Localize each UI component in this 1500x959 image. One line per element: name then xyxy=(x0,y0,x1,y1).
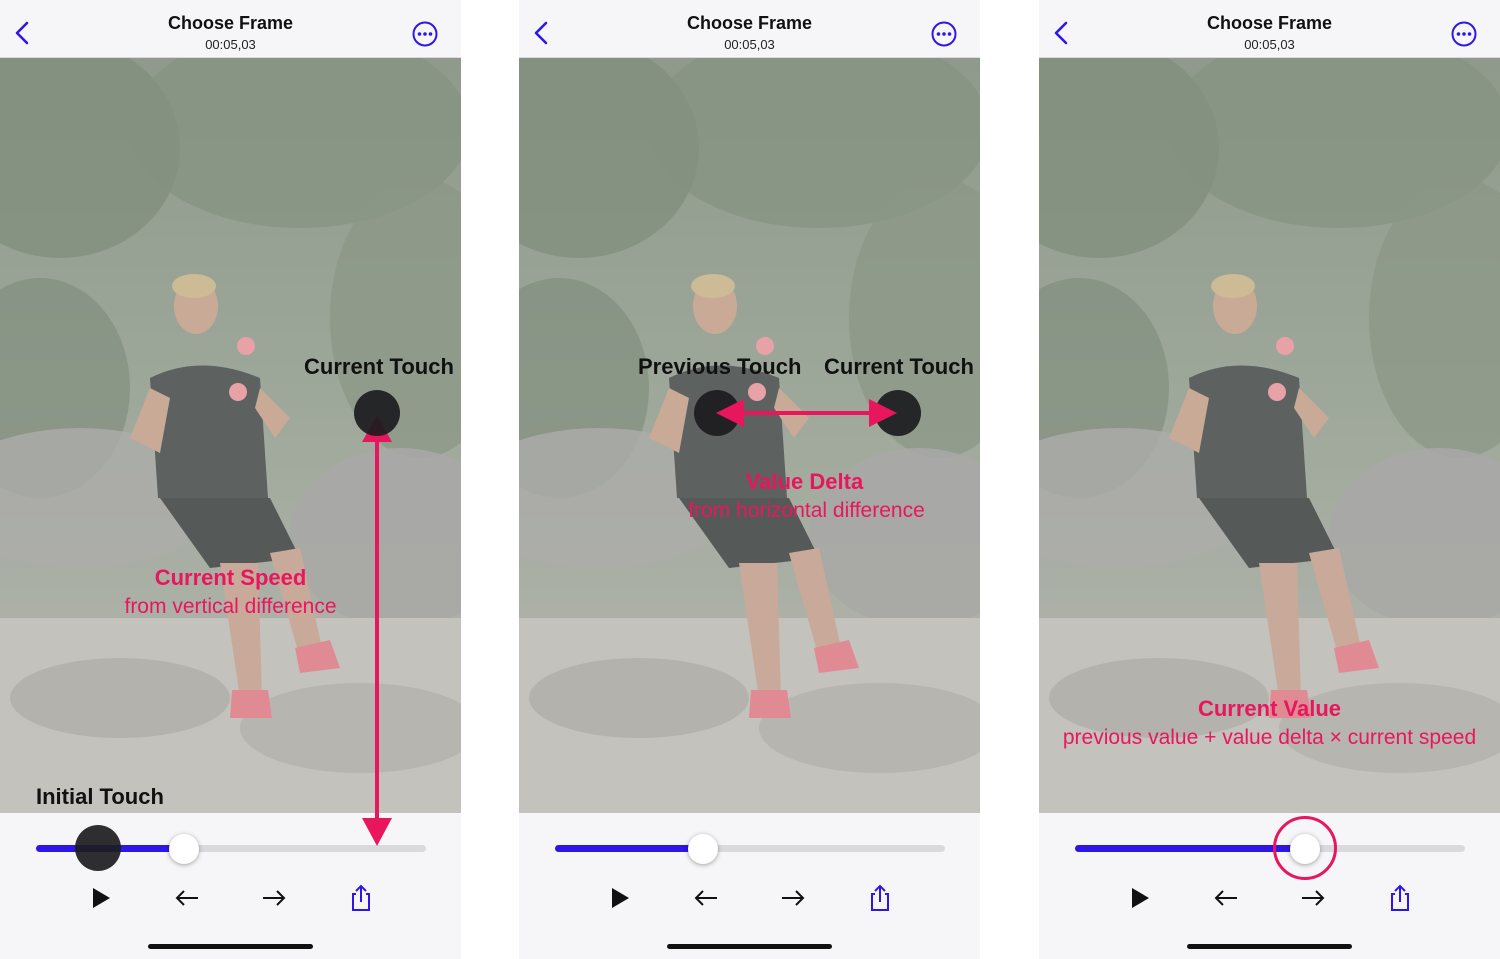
previous-touch-label: Previous Touch xyxy=(638,354,802,379)
playback-controls xyxy=(1039,813,1500,959)
share-icon[interactable] xyxy=(346,883,376,913)
arrow-right-icon[interactable] xyxy=(778,883,808,913)
scrubber-fill xyxy=(1075,845,1305,852)
playback-controls xyxy=(0,813,461,959)
arrow-left-icon[interactable] xyxy=(1211,883,1241,913)
arrow-right-icon[interactable] xyxy=(259,883,289,913)
video-frame[interactable] xyxy=(0,58,461,813)
share-icon[interactable] xyxy=(1385,883,1415,913)
playback-controls xyxy=(519,813,980,959)
arrow-left-icon[interactable] xyxy=(691,883,721,913)
home-indicator xyxy=(667,944,832,949)
current-touch-label: Current Touch xyxy=(304,354,454,379)
arrow-right-icon[interactable] xyxy=(1298,883,1328,913)
scrubber-thumb[interactable] xyxy=(169,834,199,864)
screen-3: Choose Frame 00:05,03 Current Value prev… xyxy=(1039,0,1500,959)
arrow-left-icon[interactable] xyxy=(172,883,202,913)
play-icon[interactable] xyxy=(86,883,116,913)
scrubber-thumb[interactable] xyxy=(688,834,718,864)
page-title: Choose Frame xyxy=(1206,13,1333,33)
explanation-subtitle: previous value + value delta × current s… xyxy=(1062,726,1477,749)
previous-touch-marker xyxy=(694,390,740,436)
video-frame-image xyxy=(0,58,461,813)
share-icon[interactable] xyxy=(865,883,895,913)
video-frame[interactable] xyxy=(519,58,980,813)
timecode: 00:05,03 xyxy=(1244,37,1295,52)
current-touch-marker xyxy=(354,390,400,436)
thumb-highlight-ring xyxy=(1273,816,1337,880)
current-touch-label: Current Touch xyxy=(824,354,974,379)
initial-touch-label: Initial Touch xyxy=(36,784,164,809)
initial-touch-marker xyxy=(75,825,121,871)
screen-2: Choose Frame 00:05,03 Previous Touch Cur… xyxy=(519,0,980,959)
explanation-subtitle: from horizontal difference xyxy=(688,499,925,522)
home-indicator xyxy=(148,944,313,949)
explanation-title: Value Delta xyxy=(745,469,864,494)
current-touch-marker xyxy=(875,390,921,436)
navigation-bar: Choose Frame 00:05,03 xyxy=(0,0,461,58)
scrubber-fill xyxy=(555,845,703,852)
more-options-icon[interactable] xyxy=(411,20,439,48)
play-icon[interactable] xyxy=(605,883,635,913)
more-options-icon[interactable] xyxy=(930,20,958,48)
timecode: 00:05,03 xyxy=(724,37,775,52)
navigation-bar: Choose Frame 00:05,03 xyxy=(519,0,980,58)
play-icon[interactable] xyxy=(1125,883,1155,913)
more-options-icon[interactable] xyxy=(1450,20,1478,48)
explanation-title: Current Value xyxy=(1197,696,1342,721)
screen-1: Choose Frame 00:05,03 Current Touch Init… xyxy=(0,0,461,959)
navigation-bar: Choose Frame 00:05,03 xyxy=(1039,0,1500,58)
timecode: 00:05,03 xyxy=(205,37,256,52)
page-title: Choose Frame xyxy=(167,13,294,33)
explanation-title: Current Speed xyxy=(154,565,307,590)
video-frame-image xyxy=(519,58,980,813)
home-indicator xyxy=(1187,944,1352,949)
page-title: Choose Frame xyxy=(686,13,813,33)
explanation-subtitle: from vertical difference xyxy=(124,595,337,618)
